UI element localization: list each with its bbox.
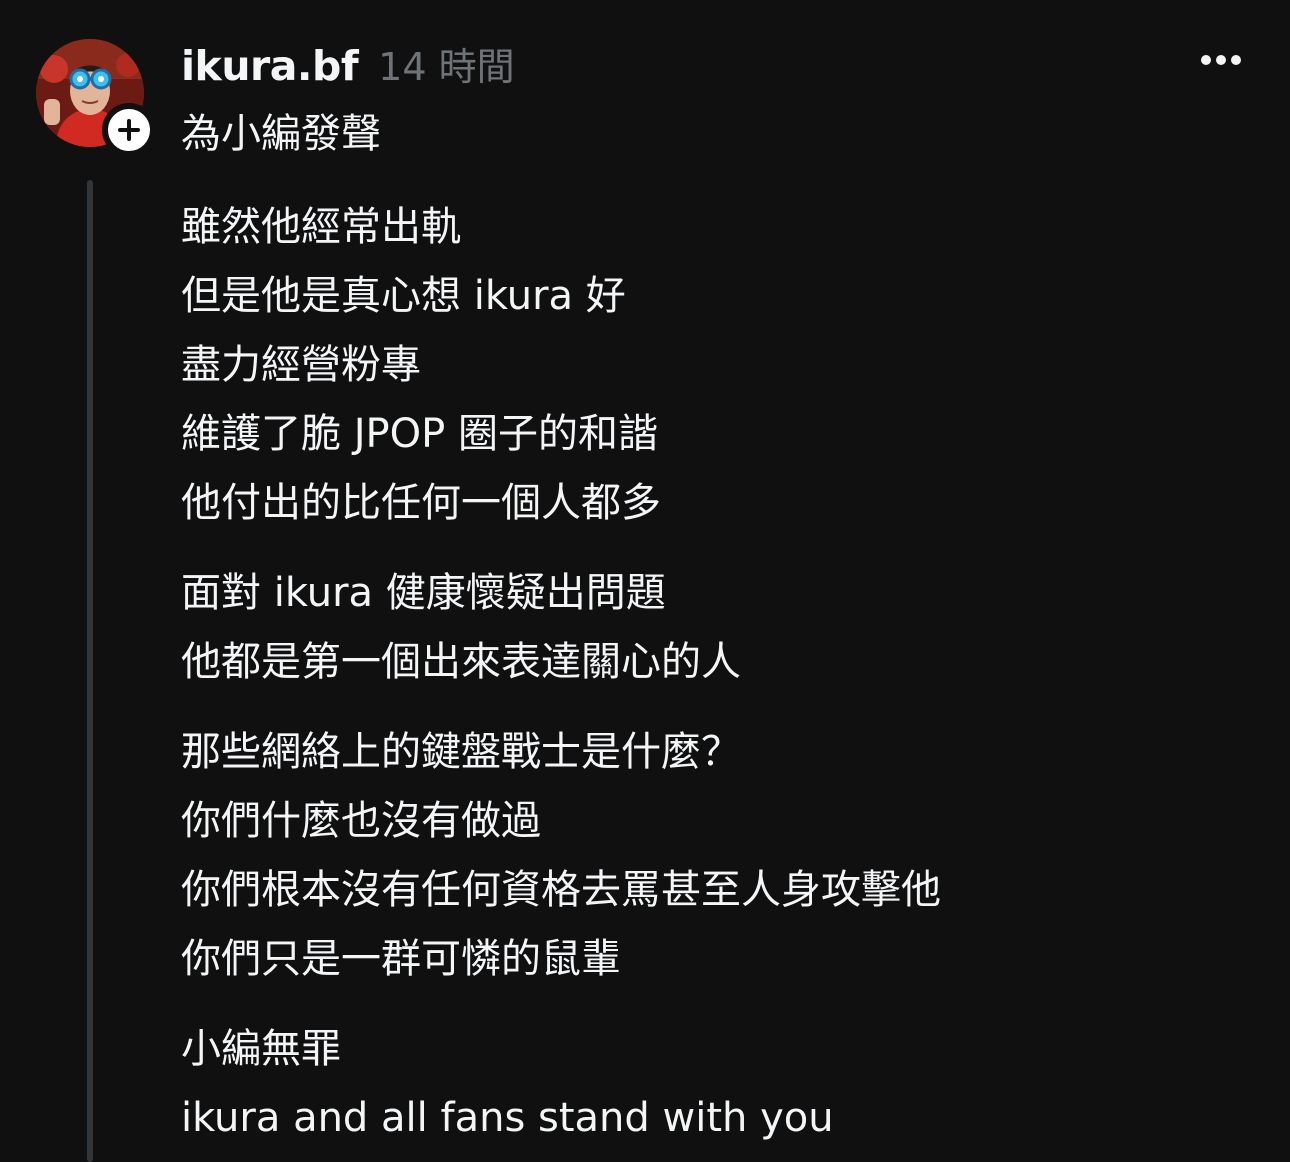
- thread-post: ikura.bf 14 時間 為小編發聲 雖然他經常出軌 但是他是真心想 iku…: [0, 0, 1290, 1162]
- avatar-container: [36, 39, 156, 157]
- more-options-button[interactable]: [1196, 46, 1246, 74]
- post-text-line: 維護了脆 JPOP 圈子的和諧: [181, 411, 658, 457]
- post-text-line: 小編無罪: [181, 1026, 341, 1072]
- post-text-line: ikura and all fans stand with you: [181, 1095, 834, 1141]
- post-text-line: 他都是第一個出來表達關心的人: [181, 639, 741, 685]
- post-text-line: 為小編發聲: [181, 111, 381, 157]
- post-body: 為小編發聲 雖然他經常出軌 但是他是真心想 ikura 好 盡力經營粉專 維護了…: [181, 100, 1261, 1153]
- plus-icon: [118, 119, 140, 141]
- post-text-line: 雖然他經常出軌: [181, 204, 461, 250]
- post-text-line: 你們什麼也沒有做過: [181, 798, 541, 844]
- post-text-line: 那些網絡上的鍵盤戰士是什麼？: [181, 729, 741, 775]
- post-text-line: 但是他是真心想 ikura 好: [181, 273, 626, 319]
- username[interactable]: ikura.bf: [181, 42, 359, 90]
- more-horizontal-icon: [1201, 55, 1241, 65]
- post-text-line: 你們根本沒有任何資格去罵甚至人身攻擊他: [181, 867, 941, 913]
- post-text-line: 他付出的比任何一個人都多: [181, 480, 661, 526]
- post-text-line: 面對 ikura 健康懷疑出問題: [181, 570, 666, 616]
- follow-button[interactable]: [102, 103, 156, 157]
- post-text-line: 盡力經營粉專: [181, 342, 421, 388]
- post-text-line: 你們只是一群可憐的鼠輩: [181, 936, 621, 982]
- post-header: ikura.bf 14 時間: [181, 36, 515, 90]
- timestamp[interactable]: 14 時間: [378, 36, 514, 91]
- thread-line: [87, 180, 93, 1162]
